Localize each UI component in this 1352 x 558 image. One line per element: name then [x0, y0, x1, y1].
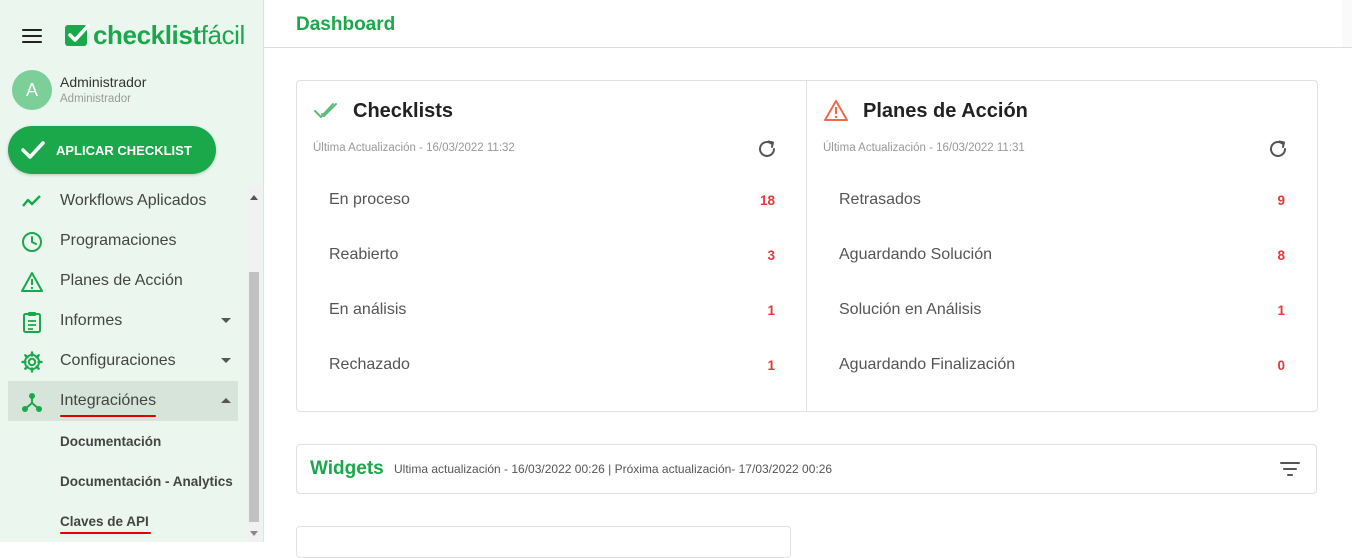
- list-item[interactable]: Rechazado 1: [329, 356, 775, 378]
- row-label: Retrasados: [839, 191, 921, 208]
- row-count: 0: [1277, 358, 1285, 373]
- sidebar-item-label: Planes de Acción: [60, 272, 183, 289]
- subitem-documentacion-analytics[interactable]: Documentación - Analytics: [60, 474, 233, 489]
- row-label: En proceso: [329, 191, 410, 208]
- list-item[interactable]: Reabierto 3: [329, 246, 775, 268]
- gear-icon: [21, 351, 43, 373]
- row-count: 1: [767, 303, 775, 318]
- sidebar-item-label: Informes: [60, 312, 123, 329]
- annotation-underline: [60, 415, 156, 417]
- sidebar-item-programaciones[interactable]: Programaciones: [8, 221, 238, 261]
- avatar[interactable]: A: [12, 70, 52, 110]
- sidebar-item-label: Programaciones: [60, 232, 177, 249]
- sidebar-item-workflows[interactable]: Workflows Aplicados: [8, 181, 238, 221]
- chevron-down-icon: [221, 318, 231, 323]
- card-title: Checklists: [353, 100, 454, 122]
- row-count: 1: [767, 358, 775, 373]
- apply-checklist-button[interactable]: APLICAR CHECKLIST: [8, 126, 216, 174]
- annotation-underline: [60, 532, 151, 534]
- sidebar: checklistfácil A Administrador Administr…: [0, 0, 264, 542]
- subitem-claves-de-api[interactable]: Claves de API: [60, 514, 149, 529]
- chevron-down-icon: [221, 358, 231, 363]
- sidebar-item-label: Workflows Aplicados: [60, 192, 207, 209]
- widgets-bar: Widgets Ultima actualización - 16/03/202…: [296, 444, 1317, 494]
- refresh-icon[interactable]: [756, 138, 778, 160]
- sidebar-item-informes[interactable]: Informes: [8, 301, 238, 341]
- widgets-title: Widgets: [310, 458, 384, 479]
- sidebar-item-configuraciones[interactable]: Configuraciones: [8, 341, 238, 381]
- checklists-card: Checklists Última Actualización - 16/03/…: [296, 80, 807, 412]
- app-logo[interactable]: checklistfácil: [64, 20, 245, 50]
- warning-icon: [824, 100, 848, 121]
- list-item[interactable]: En proceso 18: [329, 191, 775, 213]
- user-role: Administrador: [60, 93, 131, 105]
- refresh-icon[interactable]: [1267, 138, 1289, 160]
- list-item[interactable]: En análisis 1: [329, 301, 775, 323]
- list-item[interactable]: Aguardando Solución 8: [839, 246, 1285, 268]
- header-edge: [1342, 0, 1352, 47]
- check-icon: [21, 141, 45, 159]
- chevron-up-icon: [221, 398, 231, 403]
- clipboard-icon: [23, 312, 41, 333]
- widgets-update-info: Ultima actualización - 16/03/2022 00:26 …: [394, 462, 833, 476]
- row-label: Solución en Análisis: [839, 301, 982, 318]
- last-updated: Última Actualización - 16/03/2022 11:31: [823, 142, 1025, 154]
- last-updated: Última Actualización - 16/03/2022 11:32: [313, 142, 515, 154]
- scroll-up-arrow-icon[interactable]: [250, 195, 258, 200]
- row-label: Rechazado: [329, 356, 410, 373]
- trending-icon: [22, 195, 41, 207]
- menu-icon[interactable]: [22, 29, 42, 43]
- logo-text: checklistfácil: [93, 20, 245, 50]
- clock-icon: [22, 232, 42, 252]
- sidebar-item-label: Integraciónes: [60, 392, 157, 409]
- sidebar-scrollbar[interactable]: [247, 186, 261, 542]
- user-name: Administrador: [60, 74, 147, 90]
- card-title: Planes de Acción: [863, 100, 1028, 122]
- list-item[interactable]: Solución en Análisis 1: [839, 301, 1285, 323]
- list-item[interactable]: Aguardando Finalización 0: [839, 356, 1285, 378]
- scroll-down-arrow-icon[interactable]: [250, 531, 258, 536]
- avatar-initial: A: [25, 79, 38, 100]
- subitem-documentacion[interactable]: Documentación: [60, 434, 161, 449]
- widget-card: [296, 526, 791, 558]
- row-count: 1: [1277, 303, 1285, 318]
- sidebar-item-label: Configuraciones: [60, 352, 176, 369]
- page-title: Dashboard: [296, 14, 396, 35]
- row-label: Reabierto: [329, 246, 399, 263]
- apply-checklist-label: APLICAR CHECKLIST: [56, 142, 192, 158]
- warning-icon: [21, 272, 43, 292]
- double-check-icon: [314, 103, 337, 118]
- filter-icon[interactable]: [1280, 460, 1300, 478]
- scroll-thumb[interactable]: [249, 272, 259, 522]
- row-count: 9: [1277, 193, 1285, 208]
- row-label: Aguardando Solución: [839, 246, 993, 263]
- list-item[interactable]: Retrasados 9: [839, 191, 1285, 213]
- row-count: 18: [759, 193, 775, 208]
- header-bar: Dashboard: [264, 0, 1352, 48]
- action-plans-card: Planes de Acción Última Actualización - …: [806, 80, 1318, 412]
- row-label: Aguardando Finalización: [839, 356, 1016, 373]
- sidebar-item-planes-de-accion[interactable]: Planes de Acción: [8, 261, 238, 301]
- integration-icon: [22, 393, 42, 412]
- row-count: 8: [1277, 248, 1285, 263]
- row-label: En análisis: [329, 301, 407, 318]
- logo-check-icon: [65, 24, 90, 46]
- row-count: 3: [767, 248, 775, 263]
